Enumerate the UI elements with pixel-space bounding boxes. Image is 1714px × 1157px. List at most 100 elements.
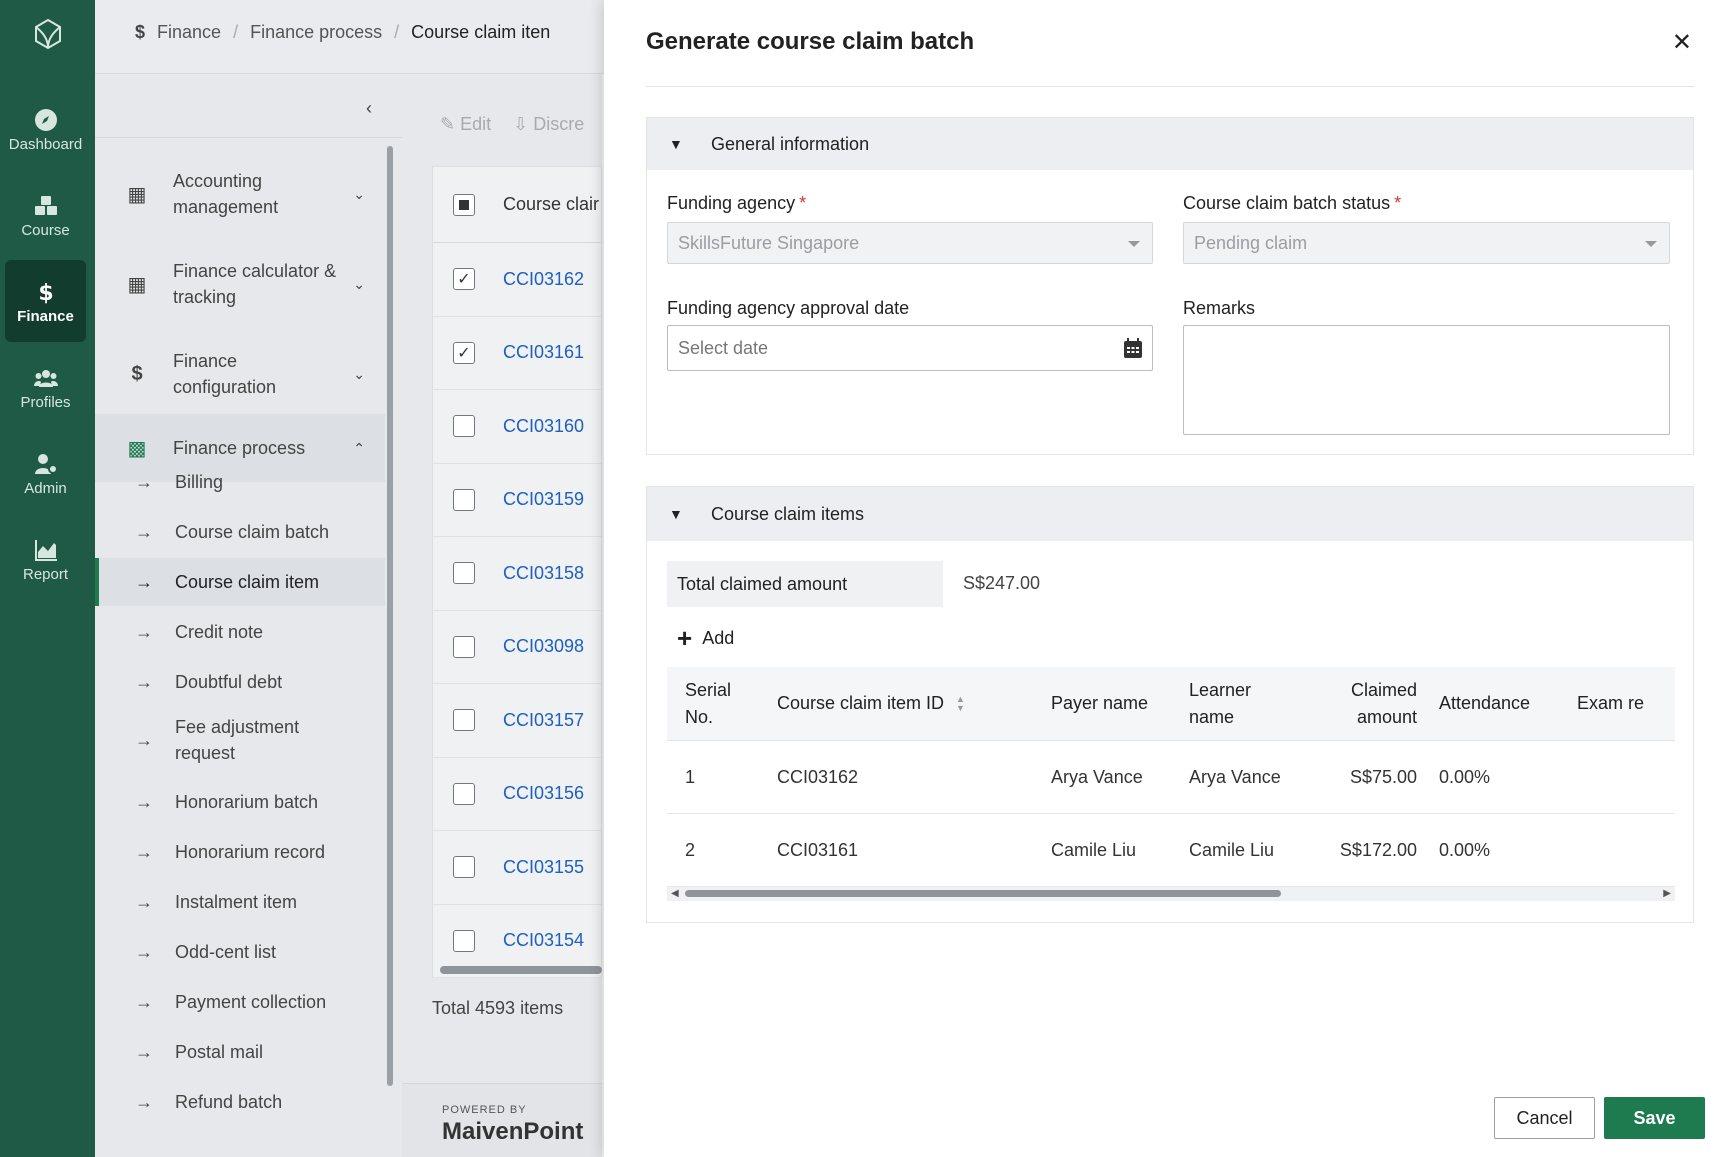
subnav-item[interactable]: → Fee adjustment request <box>95 702 385 778</box>
subnav-item[interactable]: → Doubtful debt <box>95 658 385 706</box>
rail-report[interactable]: Report <box>5 518 86 600</box>
select-value: Pending claim <box>1194 232 1308 253</box>
claim-item-link[interactable]: CCI03159 <box>503 489 584 510</box>
table-row[interactable]: 1 CCI03162 Arya Vance Arya Vance S$75.00 0.00… <box>667 741 1675 814</box>
rail-finance[interactable]: $ Finance <box>5 260 86 342</box>
arrow-right-icon: → <box>135 891 153 912</box>
row-checkbox[interactable] <box>453 635 475 658</box>
discard-label: Discre <box>533 114 585 134</box>
rail-profiles[interactable]: Profiles <box>5 346 86 428</box>
claim-item-link[interactable]: CCI03157 <box>503 710 584 731</box>
grid-horizontal-scrollbar[interactable] <box>440 966 602 974</box>
approval-date-picker[interactable]: Select date <box>667 325 1153 371</box>
subnav-item[interactable]: → Payment collection <box>95 978 385 1026</box>
cancel-button[interactable]: Cancel <box>1494 1097 1595 1139</box>
table-row[interactable]: ✓ CCI03161 <box>433 317 601 390</box>
claim-item-link[interactable]: CCI03158 <box>503 563 584 584</box>
claim-item-link[interactable]: CCI03155 <box>503 857 584 878</box>
collapse-sidebar-button[interactable]: ‹ <box>366 98 372 119</box>
close-icon[interactable]: ✕ <box>1672 28 1692 57</box>
table-row[interactable]: CCI03158 <box>433 537 601 611</box>
section-title: General information <box>711 133 870 154</box>
claim-item-link[interactable]: CCI03161 <box>503 342 584 363</box>
col-item-id[interactable]: Course claim item ID ▲ ▼ <box>777 667 997 740</box>
subnav-item[interactable]: → Course claim batch <box>95 508 385 556</box>
add-item-button[interactable]: + Add <box>677 625 734 651</box>
cell-serial: 2 <box>685 839 696 860</box>
section-header[interactable]: ▼ General information <box>647 118 1693 170</box>
subnav-item[interactable]: → Honorarium batch <box>95 778 385 826</box>
row-checkbox[interactable] <box>453 709 475 732</box>
row-checkbox[interactable]: ✓ <box>453 341 475 364</box>
subnav-item[interactable]: → Course claim item <box>95 558 385 606</box>
table-horizontal-scrollbar[interactable]: ◀ ▶ <box>667 887 1675 901</box>
chevron-down-icon: ⌄ <box>353 365 365 382</box>
row-checkbox[interactable] <box>453 415 475 438</box>
sort-icon[interactable]: ▲ ▼ <box>956 694 965 713</box>
row-checkbox[interactable] <box>453 856 475 879</box>
col-claimed: Claimed amount <box>1350 679 1417 727</box>
table-row[interactable]: CCI03155 <box>433 831 601 905</box>
row-checkbox[interactable] <box>453 782 475 805</box>
table-row[interactable]: CCI03159 <box>433 464 601 537</box>
subnav-item[interactable]: → Billing <box>95 458 385 506</box>
table-row[interactable]: 2 CCI03161 Camile Liu Camile Liu S$172.00 0.0… <box>667 814 1675 887</box>
cell-claimed: S$172.00 <box>1339 839 1417 860</box>
row-checkbox[interactable] <box>453 488 475 511</box>
arrow-right-icon: → <box>135 671 153 692</box>
subnav-item[interactable]: → Postal mail <box>95 1028 385 1076</box>
subnav-item[interactable]: → Refund batch <box>95 1078 385 1126</box>
nav-group-configuration[interactable]: $ Finance configuration ⌄ <box>95 334 385 414</box>
subnav-item[interactable]: → Odd-cent list <box>95 928 385 976</box>
rail-dashboard[interactable]: Dashboard <box>5 88 86 170</box>
funding-agency-select[interactable]: SkillsFuture Singapore <box>667 222 1153 264</box>
table-row[interactable]: CCI03098 <box>433 611 601 684</box>
cell-learner: Camile Liu <box>1189 839 1275 860</box>
select-all-checkbox[interactable] <box>453 193 475 216</box>
cubes-icon <box>34 196 57 215</box>
table-row[interactable]: CCI03160 <box>433 390 601 464</box>
batch-status-label: Course claim batch status * <box>1183 193 1401 214</box>
col-label: Course claim item ID <box>777 693 945 713</box>
rail-course[interactable]: Course <box>5 174 86 256</box>
table-header: Serial No. Course claim item ID ▲ ▼ Payer… <box>667 667 1675 741</box>
subnav-item-label: Credit note <box>175 622 264 642</box>
claim-item-link[interactable]: CCI03160 <box>503 416 584 437</box>
save-button[interactable]: Save <box>1604 1097 1705 1139</box>
row-checkbox[interactable] <box>453 562 475 585</box>
subnav-scrollbar[interactable] <box>387 146 393 1086</box>
rail-label: Admin <box>24 480 67 497</box>
general-information-section: ▼ General information Funding agency * Sk… <box>646 117 1694 455</box>
subnav-item[interactable]: → Honorarium record <box>95 828 385 876</box>
app-logo[interactable] <box>30 16 66 52</box>
batch-status-select[interactable]: Pending claim <box>1183 222 1670 264</box>
arrow-right-icon: → <box>135 1041 153 1062</box>
subnav-item[interactable]: → Credit note <box>95 608 385 656</box>
scroll-right-icon[interactable]: ▶ <box>1663 888 1671 899</box>
discard-button[interactable]: ⇩ Discre <box>513 114 584 135</box>
nav-group-calculator[interactable]: ▦ Finance calculator & tracking ⌄ <box>95 244 385 324</box>
scroll-left-icon[interactable]: ◀ <box>671 888 679 899</box>
claim-item-link[interactable]: CCI03162 <box>503 269 584 290</box>
claim-item-link[interactable]: CCI03098 <box>503 636 584 657</box>
breadcrumb-item[interactable]: Finance process <box>250 22 382 43</box>
remarks-textarea[interactable] <box>1183 325 1670 435</box>
claim-item-link[interactable]: CCI03156 <box>503 783 584 804</box>
claim-item-link[interactable]: CCI03154 <box>503 930 584 951</box>
scroll-thumb[interactable] <box>685 890 1281 897</box>
row-checkbox[interactable]: ✓ <box>453 268 475 291</box>
arrow-right-icon: → <box>135 571 153 592</box>
breadcrumb-item[interactable]: Finance <box>157 22 221 43</box>
table-row[interactable]: ✓ CCI03162 <box>433 243 601 317</box>
nav-group-accounting[interactable]: ▦ Accounting management ⌄ <box>95 154 385 234</box>
arrow-right-icon: → <box>135 621 153 642</box>
grid-column-header: Course clair <box>503 194 600 214</box>
section-header[interactable]: ▼ Course claim items <box>647 487 1693 541</box>
rail-admin[interactable]: Admin <box>5 432 86 514</box>
row-checkbox[interactable] <box>453 929 475 952</box>
table-row[interactable]: CCI03156 <box>433 758 601 831</box>
edit-button[interactable]: ✎ Edit <box>440 114 491 135</box>
table-body: 1 CCI03162 Arya Vance Arya Vance S$75.00 0.00… <box>667 741 1675 887</box>
subnav-item[interactable]: → Instalment item <box>95 878 385 926</box>
table-row[interactable]: CCI03157 <box>433 684 601 758</box>
